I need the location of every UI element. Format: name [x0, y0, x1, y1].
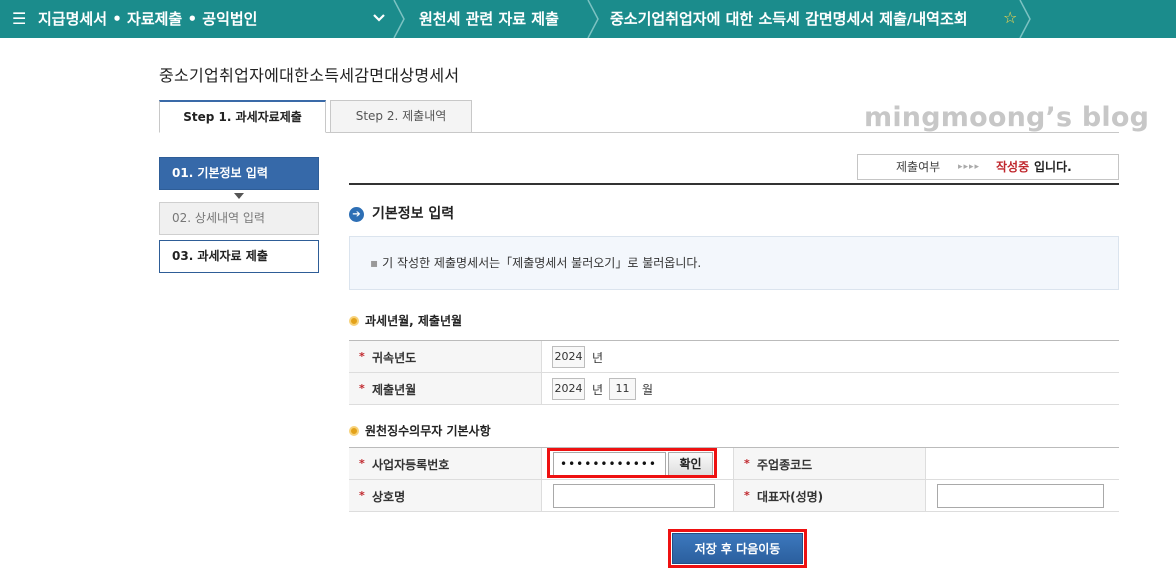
table-row: * 귀속년도 2024 년 [349, 341, 1119, 373]
status-value: 작성중 [996, 160, 1030, 174]
info-box: ▪ 기 작성한 제출명세서는「제출명세서 불러오기」로 불러옵니다. [349, 236, 1119, 290]
breadcrumb-menu-1[interactable]: 지급명세서 • 자료제출 • 공익법인 [38, 9, 257, 29]
tab-step1[interactable]: Step 1. 과세자료제출 [159, 100, 326, 133]
chevron-down-icon[interactable] [372, 11, 386, 25]
step-submit[interactable]: 03. 과세자료 제출 [159, 240, 319, 273]
company-name-input[interactable] [553, 484, 715, 508]
submission-year-field[interactable]: 2024 [552, 378, 585, 400]
submission-status: 제출여부 ▸▸▸▸ 작성중 입니다. [857, 154, 1119, 180]
breadcrumb-separator-icon [1019, 0, 1031, 38]
required-mark: * [744, 489, 750, 502]
content-divider [349, 183, 1119, 185]
blog-watermark: mingmoong’s blog [864, 102, 1150, 133]
breadcrumb-separator-icon [587, 0, 599, 38]
section-heading: ➔ 기본정보 입력 [349, 204, 454, 224]
step-detail-input[interactable]: 02. 상세내역 입력 [159, 202, 319, 235]
breadcrumb-menu-3[interactable]: 중소기업취업자에 대한 소득세 감면명세서 제출/내역조회 [610, 9, 968, 29]
period-section-heading: 과세년월, 제출년월 [349, 313, 462, 329]
rep-name-label: 대표자(성명) [757, 490, 824, 504]
status-label: 제출여부 [896, 160, 941, 174]
bullet-icon: ▪ [370, 256, 379, 270]
month-unit: 월 [642, 383, 654, 397]
industry-code-value [925, 448, 1119, 479]
info-text: 기 작성한 제출명세서는「제출명세서 불러오기」로 불러옵니다. [382, 256, 702, 270]
step-basic-info[interactable]: 01. 기본정보 입력 [159, 157, 319, 190]
step-arrow-icon [234, 193, 244, 199]
rep-name-input[interactable] [937, 484, 1104, 508]
company-name-label: 상호명 [372, 490, 406, 504]
required-mark: * [359, 489, 365, 502]
status-arrows-icon: ▸▸▸▸ [958, 162, 981, 172]
orange-bullet-icon [349, 426, 359, 436]
required-mark: * [744, 457, 750, 470]
period-table: * 귀속년도 2024 년 * 제출년월 2024 년 11 월 [349, 340, 1119, 405]
status-suffix: 입니다. [1034, 160, 1072, 174]
industry-code-label: 주업종코드 [757, 458, 813, 472]
arrow-right-circle-icon: ➔ [349, 207, 364, 222]
table-row: * 사업자등록번호 •••••••••••• 확인 * 주업종코드 [349, 448, 1119, 480]
required-mark: * [359, 457, 365, 470]
required-mark: * [359, 382, 365, 395]
submission-month-label: 제출년월 [372, 383, 417, 397]
hamburger-icon[interactable]: ☰ [12, 9, 26, 29]
period-section-title: 과세년월, 제출년월 [365, 314, 463, 328]
attribution-year-field[interactable]: 2024 [552, 346, 585, 368]
top-navigation-bar: ☰ 지급명세서 • 자료제출 • 공익법인 원천세 관련 자료 제출 중소기업취… [0, 0, 1176, 38]
biz-no-label: 사업자등록번호 [372, 458, 450, 472]
year-unit: 년 [592, 351, 604, 365]
breadcrumb-separator-icon [393, 0, 405, 38]
withholder-section-title: 원천징수의무자 기본사항 [365, 424, 491, 438]
star-outline-icon[interactable]: ☆ [1003, 8, 1017, 28]
year-unit: 년 [592, 383, 604, 397]
section-title: 기본정보 입력 [372, 206, 455, 222]
highlight-save-button [668, 529, 807, 568]
submission-month-field[interactable]: 11 [609, 378, 636, 400]
attribution-year-label: 귀속년도 [372, 351, 417, 365]
breadcrumb-menu-2[interactable]: 원천세 관련 자료 제출 [419, 9, 559, 29]
table-row: * 상호명 * 대표자(성명) [349, 480, 1119, 512]
withholder-section-heading: 원천징수의무자 기본사항 [349, 423, 491, 439]
page-title: 중소기업취업자에대한소득세감면대상명세서 [159, 66, 460, 85]
orange-bullet-icon [349, 316, 359, 326]
withholder-table: * 사업자등록번호 •••••••••••• 확인 * 주업종코드 * 상호명 … [349, 447, 1119, 512]
highlight-biz-no [547, 448, 717, 478]
required-mark: * [359, 350, 365, 363]
table-row: * 제출년월 2024 년 11 월 [349, 373, 1119, 405]
tab-step2[interactable]: Step 2. 제출내역 [330, 100, 472, 133]
